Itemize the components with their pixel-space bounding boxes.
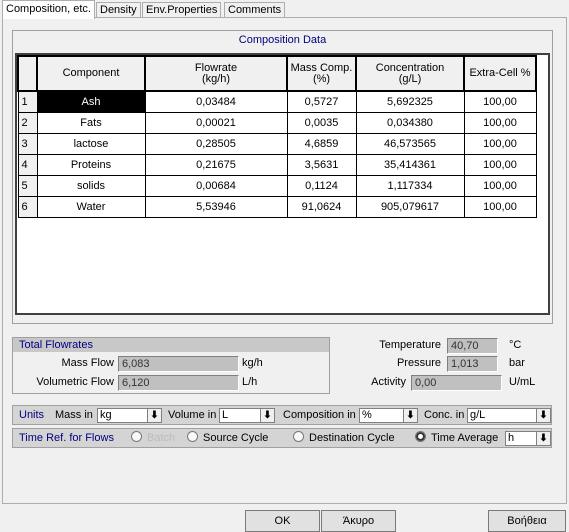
radio-destination-cycle[interactable]: Destination Cycle (293, 429, 395, 447)
temperature-label: Temperature (379, 339, 441, 351)
table-row[interactable]: 3 lactose 0,28505 4,6859 46,573565 100,00 (17, 133, 537, 155)
dropdown-arrow-icon: ⬇ (403, 409, 417, 422)
cancel-button[interactable]: Άκυρο (321, 510, 396, 532)
dropdown-arrow-icon: ⬇ (260, 409, 274, 422)
table-row[interactable]: 1 Ash 0,03484 0,5727 5,692325 100,00 (17, 90, 537, 113)
pressure-label: Pressure (396, 357, 441, 369)
time-ref-title: Time Ref. for Flows (19, 432, 114, 444)
mass-unit-select[interactable]: kg ⬇ (97, 408, 162, 423)
cell-flowrate[interactable]: 0,00021 (144, 112, 288, 134)
mass-flow-label: Mass Flow (61, 357, 114, 369)
row-number[interactable]: 6 (17, 196, 38, 218)
cell-mass-comp[interactable]: 91,0624 (286, 196, 357, 218)
vol-flow-label: Volumetric Flow (36, 376, 114, 388)
cell-mass-comp[interactable]: 3,5631 (286, 154, 357, 176)
header-component[interactable]: Component (36, 55, 146, 92)
radio-batch: Batch (131, 429, 175, 447)
dropdown-arrow-icon: ⬇ (147, 409, 161, 422)
ok-button[interactable]: OK (245, 510, 320, 532)
tab-density[interactable]: Density (96, 2, 141, 18)
activity-label: Activity (371, 376, 406, 388)
volume-unit-select[interactable]: L ⬇ (219, 408, 275, 423)
cell-mass-comp[interactable]: 0,1124 (286, 175, 357, 197)
cell-flowrate[interactable]: 0,00684 (144, 175, 288, 197)
units-title: Units (19, 409, 45, 421)
radio-time-average[interactable]: Time Average (415, 429, 498, 447)
temperature-unit: °C (509, 339, 522, 351)
cell-flowrate[interactable]: 0,21675 (144, 154, 288, 176)
volume-in-label: Volume in (168, 409, 217, 421)
cell-component[interactable]: Fats (36, 112, 146, 134)
tab-env-properties[interactable]: Env.Properties (142, 2, 222, 18)
composition-unit-select[interactable]: % ⬇ (359, 408, 418, 423)
activity-unit: U/mL (509, 376, 536, 388)
mass-flow-field: 6,083 (118, 356, 239, 372)
header-flowrate[interactable]: Flowrate (kg/h) (144, 55, 288, 92)
cell-flowrate[interactable]: 0,28505 (144, 133, 288, 155)
cell-concentration[interactable]: 0,034380 (355, 112, 465, 134)
mass-flow-unit: kg/h (242, 357, 263, 369)
cell-component[interactable]: lactose (36, 133, 146, 155)
table-row[interactable]: 5 solids 0,00684 0,1124 1,117334 100,00 (17, 175, 537, 197)
header-extra-cell[interactable]: Extra-Cell % (463, 55, 537, 92)
corner-cell (17, 55, 38, 92)
cell-concentration[interactable]: 1,117334 (355, 175, 465, 197)
vol-flow-unit: L/h (242, 376, 258, 388)
cell-mass-comp[interactable]: 0,0035 (286, 112, 357, 134)
cell-mass-comp[interactable]: 4,6859 (286, 133, 357, 155)
help-button[interactable]: Βοήθεια (488, 510, 566, 532)
dropdown-arrow-icon: ⬇ (536, 409, 550, 422)
cell-extra-cell[interactable]: 100,00 (463, 133, 537, 155)
conc-unit-select[interactable]: g/L ⬇ (467, 408, 551, 423)
cell-extra-cell[interactable]: 100,00 (463, 196, 537, 218)
radio-source-cycle[interactable]: Source Cycle (187, 429, 268, 447)
pressure-unit: bar (509, 357, 525, 369)
cell-component[interactable]: Ash (36, 90, 146, 113)
temperature-field: 40,70 (447, 338, 498, 354)
cell-component[interactable]: Proteins (36, 154, 146, 176)
cell-flowrate[interactable]: 5,53946 (144, 196, 288, 218)
cell-extra-cell[interactable]: 100,00 (463, 154, 537, 176)
cell-concentration[interactable]: 35,414361 (355, 154, 465, 176)
cell-concentration[interactable]: 46,573565 (355, 133, 465, 155)
cell-extra-cell[interactable]: 100,00 (463, 175, 537, 197)
row-number[interactable]: 5 (17, 175, 38, 197)
header-mass-comp[interactable]: Mass Comp. (%) (286, 55, 357, 92)
cell-component[interactable]: solids (36, 175, 146, 197)
header-concentration[interactable]: Concentration (g/L) (355, 55, 465, 92)
cell-flowrate[interactable]: 0,03484 (144, 90, 288, 113)
time-unit-select[interactable]: h ⬇ (505, 431, 551, 446)
table-row[interactable]: 6 Water 5,53946 91,0624 905,079617 100,00 (17, 196, 537, 218)
row-number[interactable]: 1 (17, 90, 38, 113)
cell-concentration[interactable]: 905,079617 (355, 196, 465, 218)
activity-field: 0,00 (411, 375, 502, 391)
conc-in-label: Conc. in (424, 409, 465, 421)
cell-extra-cell[interactable]: 100,00 (463, 90, 537, 113)
tab-composition[interactable]: Composition, etc. (2, 0, 95, 19)
vol-flow-field: 6,120 (118, 375, 239, 391)
time-ref-bar: Time Ref. for Flows Batch Source Cycle D… (12, 428, 552, 448)
mass-in-label: Mass in (55, 409, 93, 421)
cell-concentration[interactable]: 5,692325 (355, 90, 465, 113)
composition-grid[interactable]: Component Flowrate (kg/h) Mass Comp. (%) C… (15, 53, 550, 315)
dropdown-arrow-icon: ⬇ (536, 432, 550, 445)
table-row[interactable]: 2 Fats 0,00021 0,0035 0,034380 100,00 (17, 112, 537, 134)
cell-mass-comp[interactable]: 0,5727 (286, 90, 357, 113)
units-bar: Units Mass in kg ⬇ Volume in L ⬇ Compositi… (12, 405, 552, 425)
total-flowrates-title: Total Flowrates (13, 338, 329, 352)
composition-title: Composition Data (238, 34, 327, 46)
cell-extra-cell[interactable]: 100,00 (463, 112, 537, 134)
pressure-field: 1,013 (447, 356, 498, 372)
table-row[interactable]: 4 Proteins 0,21675 3,5631 35,414361 100,00 (17, 154, 537, 176)
tab-comments[interactable]: Comments (224, 2, 286, 18)
row-number[interactable]: 4 (17, 154, 38, 176)
composition-in-label: Composition in (283, 409, 356, 421)
row-number[interactable]: 2 (17, 112, 38, 134)
row-number[interactable]: 3 (17, 133, 38, 155)
cell-component[interactable]: Water (36, 196, 146, 218)
